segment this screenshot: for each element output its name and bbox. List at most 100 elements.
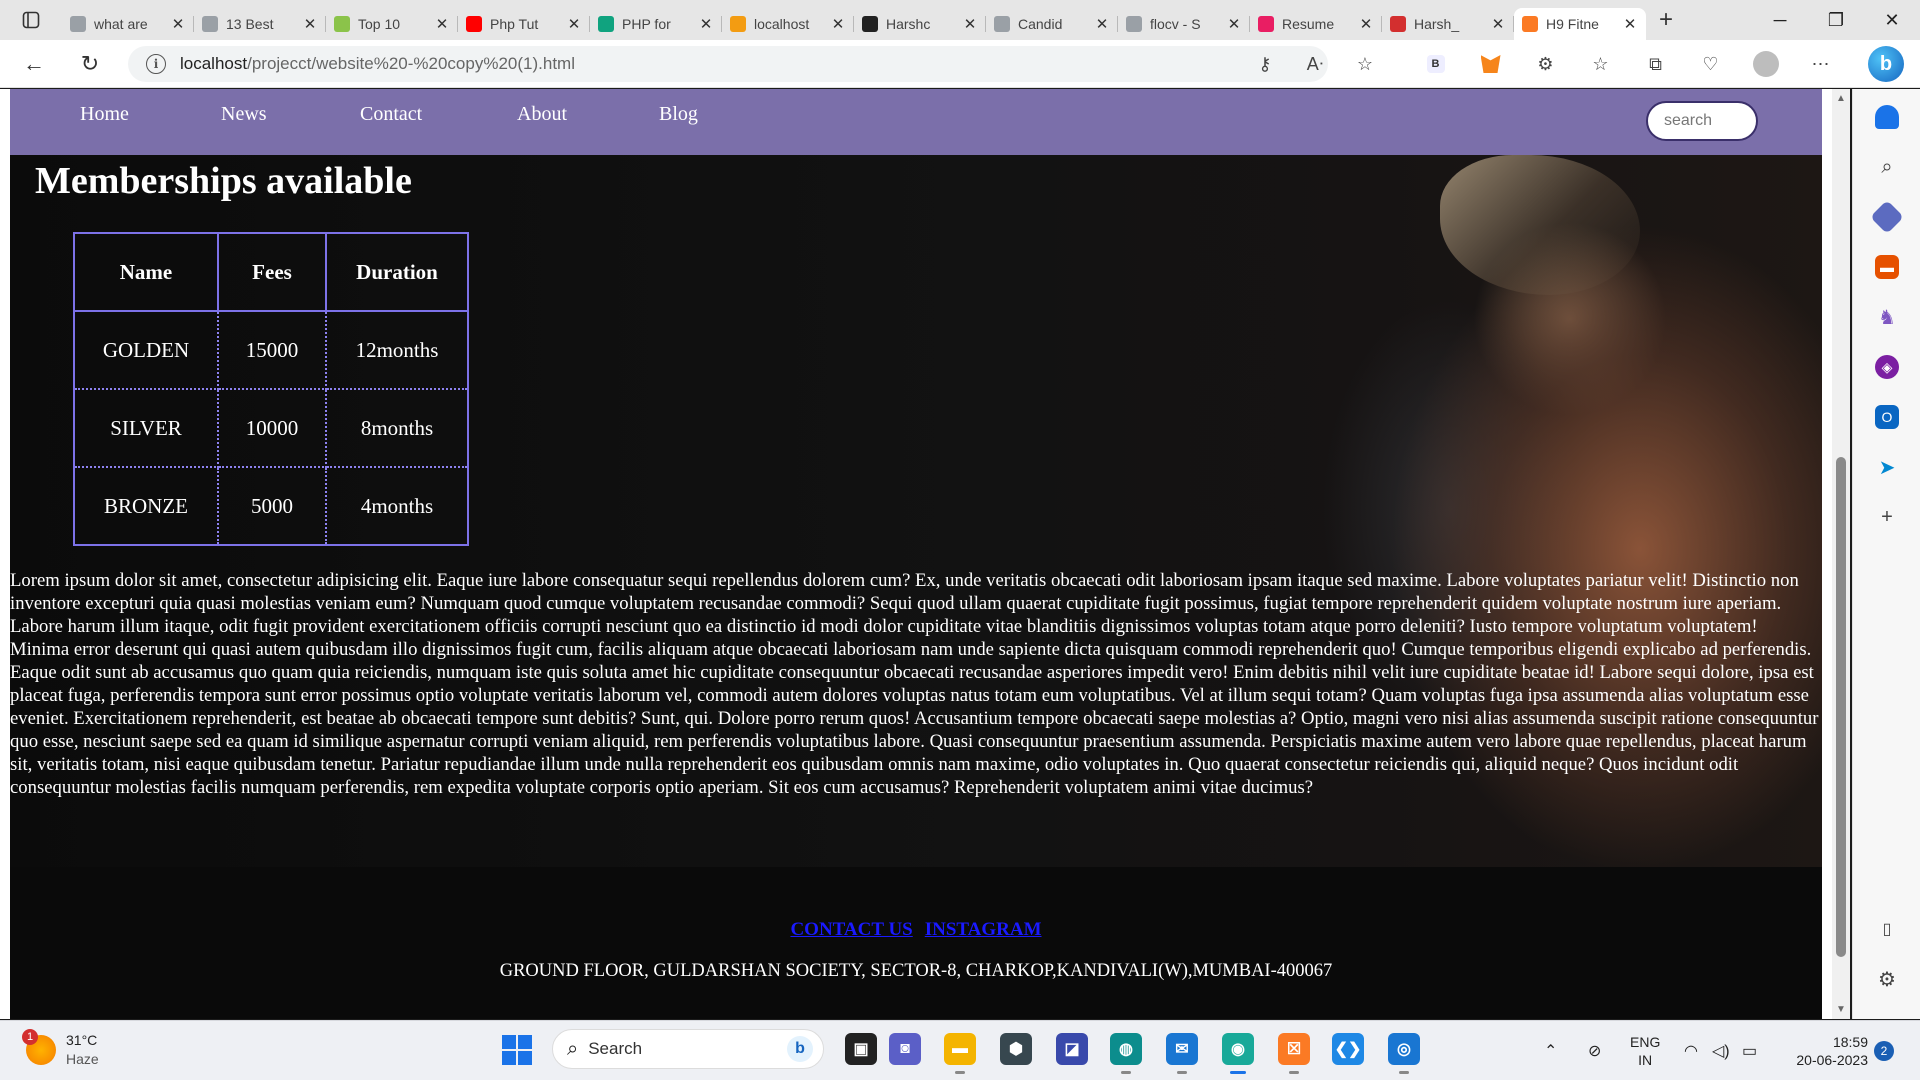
nav-contact-link[interactable]: Contact (360, 103, 422, 126)
read-aloud-icon[interactable]: Aᐧ (1290, 54, 1340, 75)
site-info-icon[interactable]: i (146, 54, 166, 74)
phpmyadmin-icon (730, 16, 746, 32)
new-tab-button[interactable]: + (1646, 6, 1686, 34)
close-tab-icon[interactable]: ✕ (1622, 15, 1638, 33)
language-indicator[interactable]: ENG IN (1630, 1033, 1660, 1069)
header-fees: Fees (217, 232, 327, 312)
nav-news-link[interactable]: News (221, 103, 267, 126)
more-menu-icon[interactable]: ⋯ (1793, 54, 1848, 75)
browser-tab[interactable]: Resume ✕ (1250, 8, 1382, 40)
key-icon[interactable]: ⚷ (1240, 54, 1290, 75)
favorites-icon[interactable]: ☆ (1573, 54, 1628, 75)
extension-b-icon[interactable]: B (1408, 55, 1463, 73)
plan-duration-cell: 4months (325, 466, 469, 546)
nav-blog-link[interactable]: Blog (659, 103, 698, 126)
refresh-button[interactable]: ↻ (70, 44, 110, 84)
tab-title: Harsh_ (1414, 16, 1460, 32)
metamask-icon[interactable] (1463, 55, 1518, 73)
close-tab-icon[interactable]: ✕ (566, 15, 582, 33)
site-search-input[interactable] (1646, 101, 1758, 141)
search-icon[interactable]: ⌕ (1875, 155, 1899, 179)
browser-tab[interactable]: Harshc ✕ (854, 8, 986, 40)
scroll-down-arrow-icon[interactable]: ▼ (1832, 1004, 1850, 1015)
scrollbar-thumb[interactable] (1836, 457, 1846, 957)
contact-us-link[interactable]: CONTACT US (790, 919, 912, 940)
bing-chat-button[interactable]: b (1864, 44, 1908, 84)
close-tab-icon[interactable]: ✕ (698, 15, 714, 33)
settings-gear-icon[interactable]: ⚙ (1875, 967, 1899, 991)
browser-tab[interactable]: Harsh_ ✕ (1382, 8, 1514, 40)
chess-icon[interactable]: ♞ (1875, 305, 1899, 329)
app-icon-3[interactable]: ◎ (1388, 1033, 1420, 1074)
volume-icon[interactable]: ◁) (1712, 1021, 1730, 1080)
plan-fees-cell: 10000 (217, 388, 327, 468)
browser-tab[interactable]: localhost ✕ (722, 8, 854, 40)
weather-widget[interactable]: 1 31°C Haze (22, 1029, 99, 1069)
app-icon-2[interactable]: ◪ (1056, 1033, 1088, 1065)
outlook-icon[interactable]: O (1875, 405, 1899, 429)
briefcase-icon[interactable]: ▬ (1875, 255, 1899, 279)
close-tab-icon[interactable]: ✕ (1358, 15, 1374, 33)
teams-icon[interactable]: ◙ (889, 1033, 921, 1065)
notification-count-badge[interactable]: 2 (1874, 1041, 1894, 1061)
mail-icon[interactable]: ✉ (1166, 1033, 1198, 1074)
close-tab-icon[interactable]: ✕ (962, 15, 978, 33)
tab-title: Resume (1282, 16, 1335, 32)
network-off-icon[interactable]: ⊘ (1588, 1021, 1601, 1080)
browser-essentials-icon[interactable]: ♡ (1683, 54, 1738, 75)
show-hidden-icons-chevron-icon[interactable]: ⌃ (1544, 1021, 1557, 1080)
nav-about-link[interactable]: About (517, 103, 567, 126)
close-tab-icon[interactable]: ✕ (1490, 15, 1506, 33)
taskbar-search-box[interactable]: ⌕ Search b (552, 1029, 824, 1069)
maximize-button[interactable]: ❐ (1808, 0, 1864, 40)
favorite-star-icon[interactable]: ☆ (1340, 54, 1390, 75)
browser-tab[interactable]: Candid ✕ (986, 8, 1118, 40)
xampp-icon[interactable]: ☒ (1278, 1033, 1310, 1074)
browser-tab[interactable]: PHP for ✕ (590, 8, 722, 40)
browser-tab[interactable]: 13 Best ✕ (194, 8, 326, 40)
edge-icon[interactable]: ◍ (1110, 1033, 1142, 1074)
edge-dev-icon[interactable]: ◉ (1222, 1033, 1254, 1074)
browser-tab[interactable]: flocv - S ✕ (1118, 8, 1250, 40)
sidebar-toggle-icon[interactable]: ▯ (1875, 917, 1899, 941)
close-tab-icon[interactable]: ✕ (830, 15, 846, 33)
back-button[interactable]: ← (14, 44, 54, 84)
task-view-icon[interactable]: ▣ (845, 1033, 877, 1065)
copilot-icon[interactable]: ◈ (1875, 355, 1899, 379)
app-icon[interactable]: ⬢ (1000, 1033, 1032, 1065)
tab-actions-button[interactable] (0, 0, 62, 40)
close-tab-icon[interactable]: ✕ (434, 15, 450, 33)
extensions-icon[interactable]: ⚙ (1518, 54, 1573, 75)
system-clock[interactable]: 18:59 20-06-2023 (1788, 1033, 1868, 1069)
battery-icon[interactable]: ▭ (1742, 1021, 1757, 1080)
close-window-button[interactable]: ✕ (1864, 0, 1920, 40)
start-button[interactable] (502, 1035, 532, 1065)
address-bar[interactable]: i localhost/projecct/website%20-%20copy%… (128, 46, 1328, 82)
url-text[interactable]: localhost/projecct/website%20-%20copy%20… (180, 54, 575, 74)
browser-tab[interactable]: H9 Fitne ✕ (1514, 8, 1646, 40)
minimize-button[interactable]: ─ (1752, 0, 1808, 40)
tag-icon[interactable] (1870, 200, 1904, 234)
profile-avatar[interactable] (1738, 51, 1793, 77)
close-tab-icon[interactable]: ✕ (302, 15, 318, 33)
browser-tab[interactable]: Top 10 ✕ (326, 8, 458, 40)
close-tab-icon[interactable]: ✕ (1226, 15, 1242, 33)
browser-tab[interactable]: Php Tut ✕ (458, 8, 590, 40)
page-scrollbar[interactable]: ▲ ▼ (1832, 89, 1850, 1019)
bell-icon[interactable] (1875, 105, 1899, 129)
search-icon: ⌕ (567, 1037, 579, 1060)
vscode-icon[interactable]: ❮❯ (1332, 1033, 1364, 1065)
scroll-up-arrow-icon[interactable]: ▲ (1832, 93, 1850, 104)
send-icon[interactable]: ➤ (1875, 455, 1899, 479)
nav-home-link[interactable]: Home (80, 103, 129, 126)
close-tab-icon[interactable]: ✕ (1094, 15, 1110, 33)
header-name: Name (73, 232, 219, 312)
collections-icon[interactable]: ⧉ (1628, 54, 1683, 75)
add-icon[interactable]: + (1875, 505, 1899, 529)
close-tab-icon[interactable]: ✕ (170, 15, 186, 33)
instagram-link[interactable]: INSTAGRAM (925, 919, 1042, 940)
back-arrow-icon: ← (23, 50, 45, 76)
wifi-icon[interactable]: ◠ (1684, 1021, 1698, 1080)
browser-tab[interactable]: what are ✕ (62, 8, 194, 40)
file-explorer-icon[interactable]: ▬ (944, 1033, 976, 1074)
